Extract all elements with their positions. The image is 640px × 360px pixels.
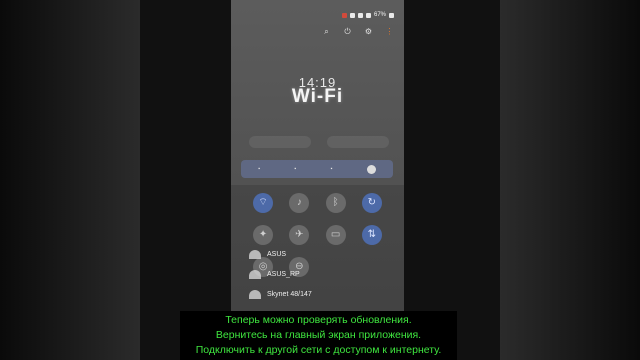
wifi-icon[interactable]: ⌔ xyxy=(253,193,274,213)
battery-percent: 67% xyxy=(373,12,386,18)
subtitle-line: Вернитесь на главный экран приложения. xyxy=(215,329,422,341)
wifi-network-list: ASUS ASUS_RP Skynet 48/147 xyxy=(249,220,389,304)
search-icon[interactable]: ⌕ xyxy=(322,27,331,36)
wifi-network-name: Skynet 48/147 xyxy=(267,290,312,298)
blurred-toggle-2[interactable]: ▪ xyxy=(294,166,296,172)
wifi-signal-icon xyxy=(249,289,261,299)
wifi-network-item[interactable]: ASUS_RP xyxy=(249,264,389,284)
toggle-switch[interactable] xyxy=(366,164,376,174)
wifi-network-item[interactable]: Skynet 48/147 xyxy=(249,284,389,304)
bluetooth-icon[interactable]: ᛒ xyxy=(325,193,346,213)
wifi-signal-icon xyxy=(249,249,261,259)
wifi-network-name: ASUS xyxy=(267,250,287,258)
signal-icon xyxy=(365,12,371,18)
status-bar: 67% xyxy=(341,12,394,18)
sound-icon[interactable]: ♪ xyxy=(289,193,310,213)
blurred-tabs-row xyxy=(249,136,389,148)
quick-panel-actions: ⌕ ⏻ ⚙ ⋮ xyxy=(322,27,394,36)
screen-title: Wi-Fi xyxy=(291,86,344,107)
power-icon[interactable]: ⏻ xyxy=(343,27,352,36)
blurred-tab-right[interactable] xyxy=(327,136,389,148)
phone-screen: 67% ⌕ ⏻ ⚙ ⋮ 14:19 Wi-Fi ▪ ▪ ▪ ⌔ ♪ ᛒ ↻ ✦ … xyxy=(231,0,404,360)
rotate-icon[interactable]: ↻ xyxy=(361,193,382,213)
blurred-toggle-3[interactable]: ▪ xyxy=(331,166,333,172)
wifi-network-item[interactable]: ASUS xyxy=(249,244,389,264)
wifi-status-icon xyxy=(357,12,363,18)
video-letterbox-left xyxy=(0,0,140,360)
wifi-network-name: ASUS_RP xyxy=(267,270,300,278)
notification-icon xyxy=(341,12,347,18)
subtitle-box: Теперь можно проверять обновления. Верни… xyxy=(180,311,457,360)
alarm-icon xyxy=(349,12,355,18)
settings-icon[interactable]: ⚙ xyxy=(364,27,373,36)
wifi-signal-icon xyxy=(249,269,261,279)
subtitle-line: Подключить к другой сети с доступом к ин… xyxy=(195,344,442,356)
blurred-toggles-row: ▪ ▪ ▪ xyxy=(241,160,393,178)
subtitle-line: Теперь можно проверять обновления. xyxy=(225,314,412,326)
video-letterbox-right xyxy=(500,0,640,360)
blurred-tab-left[interactable] xyxy=(249,136,311,148)
blurred-toggle-1[interactable]: ▪ xyxy=(258,166,260,172)
more-icon[interactable]: ⋮ xyxy=(385,27,394,36)
battery-icon xyxy=(389,12,394,18)
